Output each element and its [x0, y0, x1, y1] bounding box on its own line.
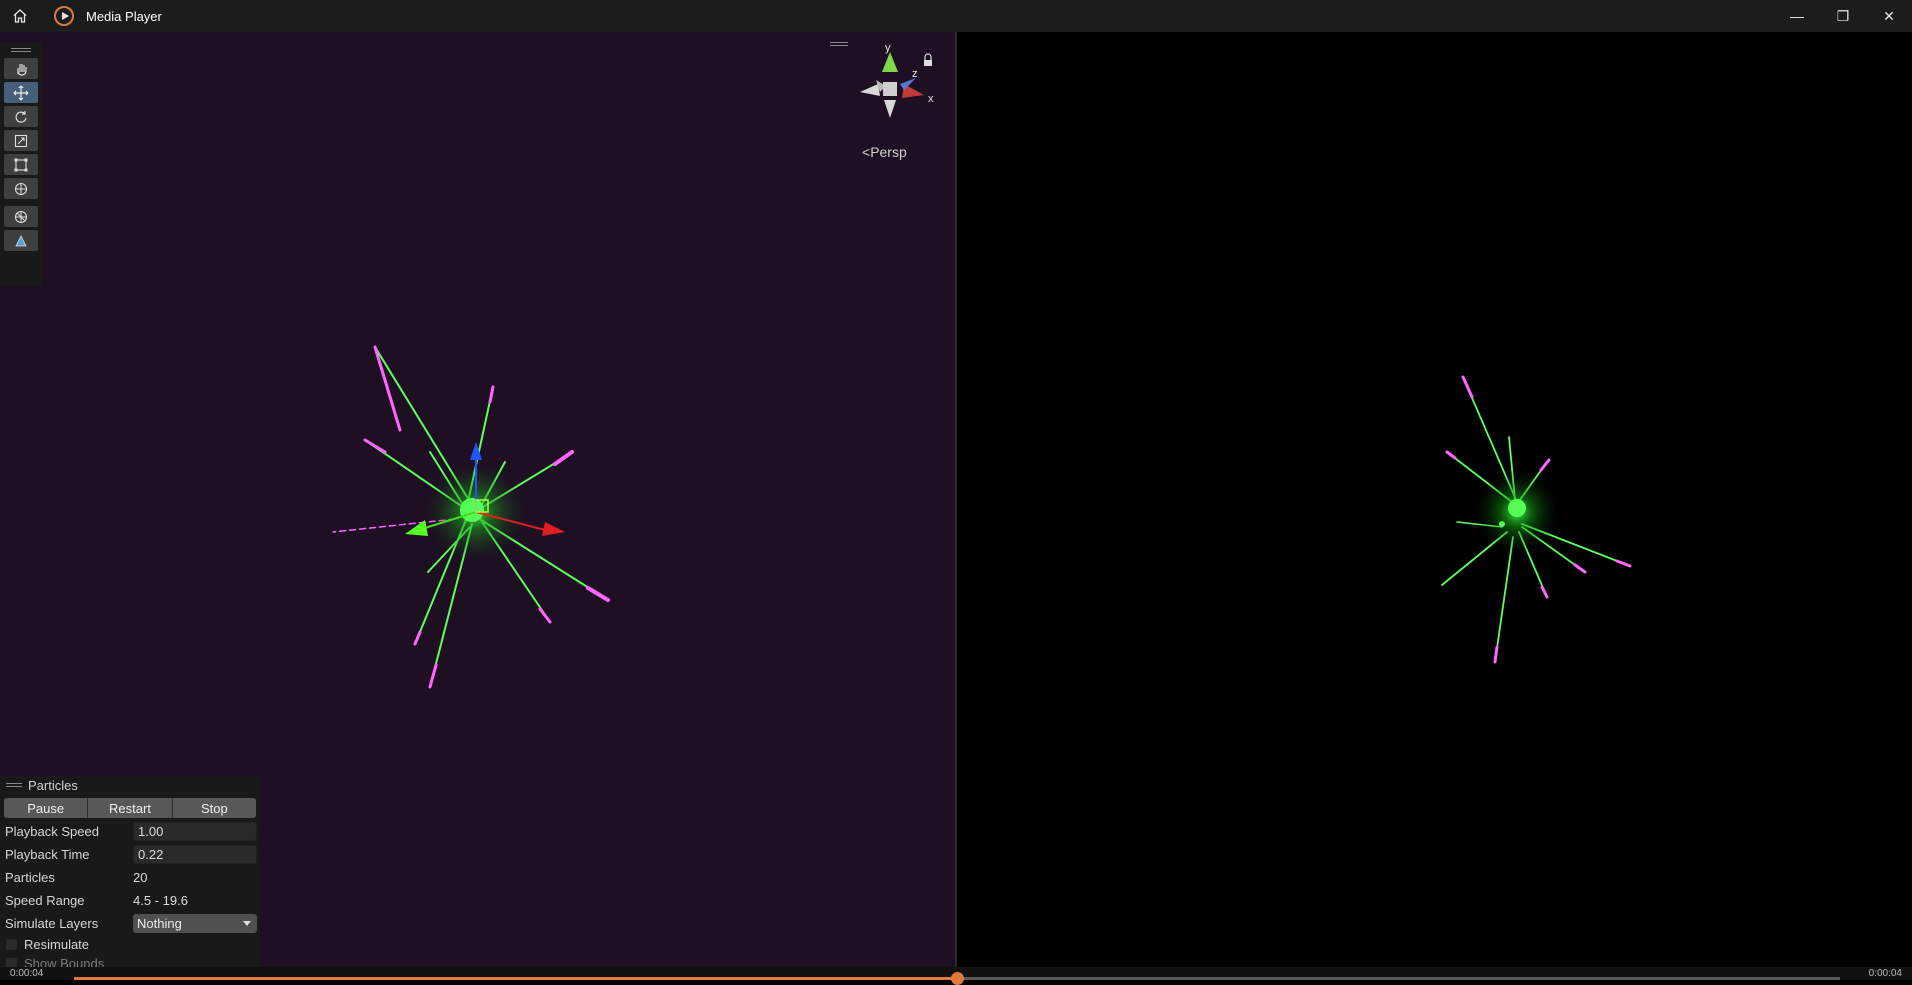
custom-tool-icon [14, 210, 28, 223]
scale-icon [14, 134, 28, 147]
restart-button[interactable]: Restart [88, 798, 173, 818]
minimize-button[interactable]: — [1774, 0, 1820, 32]
particle-streak [428, 663, 438, 689]
particle-streak [538, 607, 552, 624]
move-icon [13, 85, 29, 100]
title-bar: Media Player — ❐ ✕ [0, 0, 1912, 32]
projection-toggle[interactable]: <Persp [862, 144, 907, 160]
editor-tool-button[interactable] [4, 230, 38, 251]
axis-z-label: z [912, 68, 918, 80]
home-button[interactable] [0, 0, 40, 32]
particle-streak [586, 586, 610, 602]
simulate-layers-value: Nothing [137, 916, 182, 931]
rect-tool-button[interactable] [4, 154, 38, 175]
tool-palette [0, 42, 42, 286]
pause-button[interactable]: Pause [4, 798, 89, 818]
axis-y-cone[interactable] [882, 52, 898, 72]
playback-speed-label: Playback Speed [5, 824, 99, 839]
resimulate-checkbox[interactable] [5, 938, 18, 951]
restore-button[interactable]: ❐ [1820, 0, 1866, 32]
particle-streak [1573, 563, 1587, 574]
hand-tool-button[interactable] [4, 58, 38, 79]
particles-count-value: 20 [133, 870, 148, 885]
gizmo-x-arrow-icon[interactable] [542, 522, 565, 536]
particle-emitter-core [460, 498, 484, 522]
transform-icon [14, 182, 28, 195]
transform-tool-button[interactable] [4, 178, 38, 199]
media-player-logo-icon [54, 6, 74, 26]
editor-tool-icon [15, 234, 27, 246]
particle-streak [1461, 375, 1474, 399]
orientation-gizmo[interactable]: y z x [848, 40, 948, 125]
particle-streak [488, 385, 495, 404]
game-particle-burst [1441, 375, 1632, 664]
playback-speed-field[interactable]: 1.00 [133, 822, 257, 841]
speed-range-label: Speed Range [5, 893, 85, 908]
particle-streak [553, 450, 574, 466]
resimulate-label: Resimulate [24, 937, 90, 952]
particle-emitter-core [1508, 499, 1526, 517]
panel-grip-icon [6, 783, 22, 787]
total-time: 0:00:04 [1868, 968, 1902, 979]
particles-panel: Particles Pause Restart Stop Playback Sp… [0, 776, 260, 967]
scene-view[interactable]: y z x <Persp Particles Pause Restart Sto… [0, 32, 955, 967]
axis-neg-x-cone[interactable] [860, 84, 880, 96]
particle-streak [1445, 450, 1457, 460]
seek-thumb[interactable] [951, 972, 964, 985]
speed-range-value: 4.5 - 19.6 [133, 893, 188, 908]
particle-streak [1493, 645, 1499, 664]
seek-bar[interactable]: 0:00:04 0:00:04 [0, 967, 1912, 985]
particle-streak [1615, 559, 1632, 568]
axis-neg-y-cone[interactable] [884, 100, 896, 118]
particle-streak [1494, 536, 1514, 663]
close-button[interactable]: ✕ [1866, 0, 1912, 32]
gizmo-center-cube[interactable] [883, 82, 897, 96]
custom-tool-button[interactable] [4, 206, 38, 227]
perspective-icon: < [862, 144, 871, 160]
game-view [957, 32, 1912, 967]
particle-streak [1539, 458, 1551, 472]
particle-streak [363, 438, 387, 454]
playback-time-label: Playback Time [5, 847, 90, 862]
particle-streak [373, 345, 402, 432]
tool-palette-grip[interactable] [11, 48, 31, 52]
chevron-down-icon [243, 921, 251, 926]
projection-label: Persp [870, 144, 907, 160]
scene-overlay-grip[interactable] [830, 42, 848, 46]
show-bounds-label: Show Bounds [24, 956, 105, 967]
particle-dot [1499, 521, 1505, 527]
rotate-icon [15, 110, 27, 123]
particle-streak [413, 630, 422, 646]
particles-panel-header[interactable]: Particles [0, 776, 260, 794]
home-icon [13, 9, 27, 23]
show-bounds-checkbox[interactable] [5, 957, 18, 967]
gizmo-z-arrow-icon[interactable] [405, 520, 428, 536]
move-tool-button[interactable] [4, 82, 38, 103]
gizmo-lock-icon[interactable] [924, 60, 932, 66]
particles-count-label: Particles [5, 870, 55, 885]
axis-x-label: x [928, 93, 934, 105]
window-title: Media Player [86, 8, 162, 24]
rotate-tool-button[interactable] [4, 106, 38, 127]
particles-panel-title: Particles [28, 777, 78, 793]
simulate-layers-label: Simulate Layers [5, 916, 99, 931]
current-time: 0:00:04 [10, 968, 44, 979]
simulate-layers-dropdown[interactable]: Nothing [133, 914, 257, 933]
stop-button[interactable]: Stop [172, 798, 256, 818]
scale-tool-button[interactable] [4, 130, 38, 151]
rect-transform-icon [14, 158, 28, 171]
axis-y-label: y [885, 42, 891, 54]
hand-icon [17, 63, 27, 76]
playback-time-field[interactable]: 0.22 [133, 845, 257, 864]
particle-streak [1540, 585, 1549, 599]
